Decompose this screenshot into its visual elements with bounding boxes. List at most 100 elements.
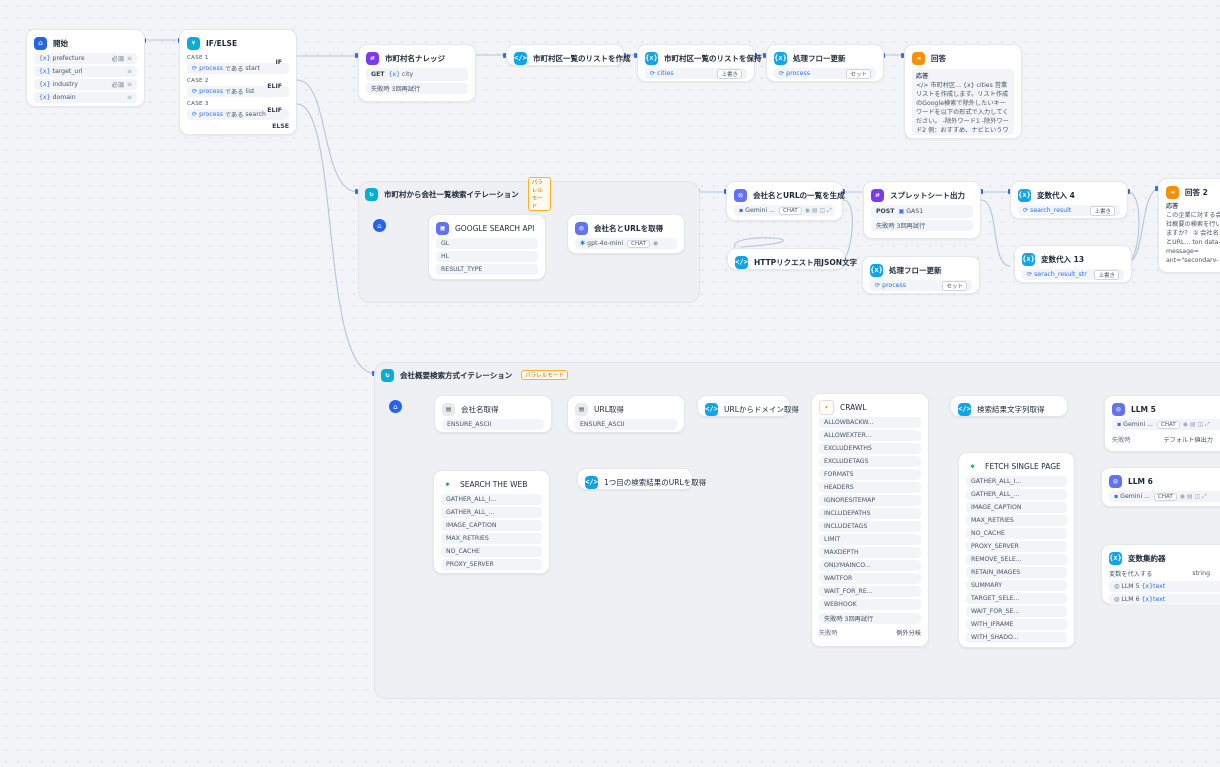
param-row[interactable]: FORMATS xyxy=(819,469,921,480)
input-variable[interactable]: {x} target_url ≡ xyxy=(34,66,137,77)
param-row[interactable]: ALLOWBACKW... xyxy=(819,417,921,428)
company-name-node[interactable]: ▤ 会社名取得 ENSURE_ASCII xyxy=(434,395,552,433)
param-row[interactable]: HL xyxy=(436,251,538,262)
param-row[interactable]: TARGET_SELE... xyxy=(966,593,1067,604)
input-variable[interactable]: {x} domain ≡ xyxy=(34,92,137,103)
param-row[interactable]: GATHER_ALL_... xyxy=(966,489,1067,500)
aggregator-item[interactable]: ◎ LLM 5 {x} text xyxy=(1109,581,1220,592)
param-row[interactable]: PROXY_SERVER xyxy=(441,559,542,570)
assign-row[interactable]: ⟳ cities 上書き xyxy=(645,68,747,79)
param-row[interactable]: MAXDEPTH xyxy=(819,547,921,558)
param-row[interactable]: WAITFOR xyxy=(819,573,921,584)
assign-node-4[interactable]: {x} 変数代入 4 ⟳ search_result 上書き xyxy=(1010,181,1128,219)
param-row[interactable]: WAIT_FOR_RE... xyxy=(819,586,921,597)
required-tag: 必須 xyxy=(111,82,124,89)
variable-aggregator-node[interactable]: {x} 変数集約器 変数を代入する string ◎ LLM 5 {x} text ◎… xyxy=(1101,544,1220,605)
param-row[interactable]: WITH_SHADO... xyxy=(966,632,1067,643)
llm-node-5[interactable]: ◎ LLM 5 ▪ Gemini ... CHAT ◉ ▤ ◫ ⤢ 失敗時 デフォルト値… xyxy=(1104,395,1220,452)
model-row[interactable]: ▪ Gemini ... CHAT ◉ ▤ ◫ ⤢ xyxy=(734,205,835,216)
param-name: REMOVE_SELE... xyxy=(971,556,1022,563)
request-row[interactable]: POST ▣ GAS1 xyxy=(871,205,973,218)
search-string-code-node[interactable]: </> 検索結果文字列取得 xyxy=(950,395,1068,417)
param-row[interactable]: WAIT_FOR_SE... xyxy=(966,606,1067,617)
model-row[interactable]: ✱ gpt-4o-mini CHAT ◉ xyxy=(575,238,677,249)
flow-update-node-2[interactable]: {x} 処理フロー更新 ⟳ process セット xyxy=(862,256,980,294)
model-row[interactable]: ▪ Gemini ... CHAT ◉ ▤ ◫ ⤢ xyxy=(1112,419,1220,430)
start-node[interactable]: ⌂ 開始 {x} prefecture 必須 ≡ {x} target_url ≡ {x… xyxy=(26,29,145,107)
param-row[interactable]: ENSURE_ASCII xyxy=(575,419,677,430)
param-row[interactable]: SUMMARY xyxy=(966,580,1067,591)
iteration-node-2[interactable]: ↻ 会社概要検索方式イテレーション パラレルモード xyxy=(374,362,594,384)
type-icon: ≡ xyxy=(126,81,132,88)
param-name: HL xyxy=(441,253,450,260)
node-title: LLM 6 xyxy=(1128,476,1153,486)
param-row[interactable]: HEADERS xyxy=(819,482,921,493)
param-row[interactable]: GATHER_ALL_I... xyxy=(441,494,542,505)
param-row[interactable]: EXCLUDEPATHS xyxy=(819,443,921,454)
domain-get-code-node[interactable]: </> URLからドメイン取得 xyxy=(697,395,799,417)
param-row[interactable]: MAX_RETRIES xyxy=(966,515,1067,526)
param-row[interactable]: INCLUDETAGS xyxy=(819,521,921,532)
case-label: CASE 1 xyxy=(187,55,209,61)
http-json-code-node[interactable]: </> HTTPリクエスト用JSON文字 xyxy=(727,248,857,270)
error-handling-row[interactable]: 失敗時 例外分岐 xyxy=(819,627,921,638)
iteration-node-1[interactable]: ↻ 市町村から会社一覧検索イテレーション パラレルモード xyxy=(358,177,558,211)
param-row[interactable]: NO_CACHE xyxy=(441,546,542,557)
answer-node-2[interactable]: ⇥ 回答 2 応答 この企業に対する会社概要の検索を行いますか？ ② 会社名とUR… xyxy=(1158,178,1220,273)
ifelse-node[interactable]: ⑂ IF/ELSE CASE 1 IF ⟳ process である start C… xyxy=(179,29,297,135)
assign-node-13[interactable]: {x} 変数代入 13 ⟳ serach_result_str 上書き xyxy=(1014,245,1132,283)
param-row[interactable]: PROXY_SERVER xyxy=(966,541,1067,552)
param-row[interactable]: MAX_RETRIES xyxy=(441,533,542,544)
assign-row[interactable]: ⟳ process セット xyxy=(774,68,876,79)
model-name: Gemini ... xyxy=(745,207,776,214)
param-row[interactable]: IMAGE_CAPTION xyxy=(966,502,1067,513)
knowledge-http-node[interactable]: ⇄ 市町村名ナレッジ GET {x} city 失敗時 3回再試行 xyxy=(358,44,476,102)
error-handling-row[interactable]: 失敗時 デフォルト値出力 xyxy=(1112,434,1220,445)
param-row[interactable]: GATHER_ALL_... xyxy=(441,507,542,518)
node-title: LLM 5 xyxy=(1131,404,1156,414)
param-row[interactable]: LIMIT xyxy=(819,534,921,545)
input-variable[interactable]: {x} prefecture 必須 ≡ xyxy=(34,53,137,64)
param-row[interactable]: IMAGE_CAPTION xyxy=(441,520,542,531)
param-row[interactable]: RESULT_TYPE xyxy=(436,264,538,275)
fetch-page-node[interactable]: ◆ FETCH SINGLE PAGE GATHER_ALL_I... GATHER… xyxy=(958,452,1075,648)
param-row[interactable]: RETAIN_IMAGES xyxy=(966,567,1067,578)
param-row[interactable]: INCLUDEPATHS xyxy=(819,508,921,519)
aggregator-header: 変数を代入する string xyxy=(1109,568,1220,579)
google-search-node[interactable]: ▣ GOOGLE SEARCH API GL HL RESULT_TYPE xyxy=(428,214,546,280)
first-url-code-node[interactable]: </> 1つ目の検索結果のURLを取得 xyxy=(577,468,706,490)
make-list-code-node[interactable]: </> 市町村区一覧のリストを作成 xyxy=(506,44,631,66)
keep-list-assign-node[interactable]: {x} 市町村区一覧のリストを保持 ⟳ cities 上書き xyxy=(637,44,762,82)
answer-node-1[interactable]: ⇥ 回答 応答 </> 市町村区... {x} cities 営業リストを作成しま… xyxy=(904,44,1022,139)
flow-update-node-1[interactable]: {x} 処理フロー更新 ⟳ process セット xyxy=(766,44,884,82)
param-row[interactable]: IGNORESITEMAP xyxy=(819,495,921,506)
variable-icon: {x} xyxy=(39,94,53,101)
param-row[interactable]: REMOVE_SELE... xyxy=(966,554,1067,565)
aggregator-item[interactable]: ◎ LLM 6 {x} text xyxy=(1109,594,1220,605)
get-company-llm-node[interactable]: ◎ 会社名とURLを取得 ✱ gpt-4o-mini CHAT ◉ xyxy=(567,214,685,254)
param-row[interactable]: NO_CACHE xyxy=(966,528,1067,539)
condition-row[interactable]: ⟳ process である start xyxy=(187,63,289,74)
assign-row[interactable]: ⟳ serach_result_str 上書き xyxy=(1022,269,1124,280)
param-name: GATHER_ALL_I... xyxy=(446,496,497,503)
assign-row[interactable]: ⟳ search_result 上書き xyxy=(1018,205,1120,216)
llm-node-6[interactable]: ◎ LLM 6 ▪ Gemini ... CHAT ◉ ▤ ◫ ⤢ xyxy=(1101,467,1220,507)
param-row[interactable]: WITH_IFRAME xyxy=(966,619,1067,630)
param-row[interactable]: WEBHOOK xyxy=(819,599,921,610)
crawl-node[interactable]: ✦ CRAWL ALLOWBACKW... ALLOWEXTER... EXCLUDE… xyxy=(811,393,929,647)
param-row[interactable]: EXCLUDETAGS xyxy=(819,456,921,467)
spreadsheet-http-node[interactable]: ⇄ スプレットシート出力 POST ▣ GAS1 失敗時 3回再試行 xyxy=(863,181,981,239)
model-row[interactable]: ▪ Gemini ... CHAT ◉ ▤ ◫ ⤢ xyxy=(1109,491,1220,502)
assign-row[interactable]: ⟳ process セット xyxy=(870,280,972,291)
param-row[interactable]: ENSURE_ASCII xyxy=(442,419,544,430)
param-row[interactable]: ALLOWEXTER... xyxy=(819,430,921,441)
param-row[interactable]: GL xyxy=(436,238,538,249)
request-row[interactable]: GET {x} city xyxy=(366,68,468,81)
input-variable[interactable]: {x} industry 必須 ≡ xyxy=(34,79,137,90)
search-web-node[interactable]: ◆ SEARCH THE WEB GATHER_ALL_I... GATHER_AL… xyxy=(433,470,550,574)
param-row[interactable]: ONLYMAINCO... xyxy=(819,560,921,571)
generate-list-llm-node[interactable]: ◎ 会社名とURLの一覧を生成 ▪ Gemini ... CHAT ◉ ▤ ◫ ⤢ xyxy=(726,181,845,221)
url-get-node[interactable]: ▤ URL取得 ENSURE_ASCII xyxy=(567,395,685,433)
code-icon: </> xyxy=(585,475,598,489)
param-row[interactable]: GATHER_ALL_I... xyxy=(966,476,1067,487)
